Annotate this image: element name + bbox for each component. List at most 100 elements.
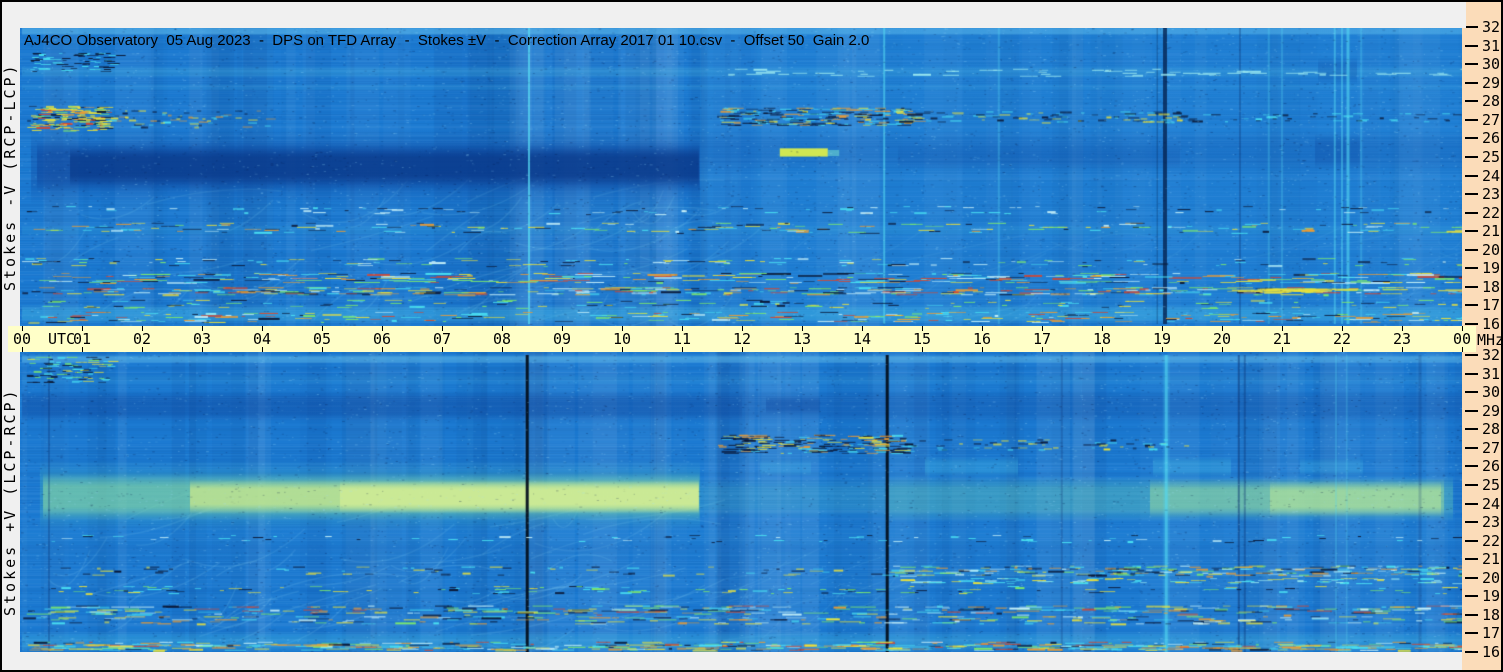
freq-tick-label-top: 22 xyxy=(1482,203,1501,222)
time-tick-label: 00 xyxy=(12,330,32,348)
freq-tick-label-bottom: 30 xyxy=(1482,383,1501,402)
time-tick-label: 10 xyxy=(612,330,632,348)
freq-tick-bottom xyxy=(1465,409,1478,412)
freq-tick-bottom xyxy=(1465,446,1478,449)
freq-tick-label-bottom: 31 xyxy=(1482,364,1501,383)
freq-tick-top xyxy=(1465,26,1478,28)
freq-tick-bottom xyxy=(1465,651,1478,653)
freq-tick-label-bottom: 18 xyxy=(1482,605,1501,624)
freq-tick-bottom xyxy=(1465,483,1478,486)
freq-tick-top xyxy=(1465,81,1478,84)
time-tick-label: 13 xyxy=(792,330,812,348)
freq-tick-label-bottom: 32 xyxy=(1482,346,1501,364)
time-tick-label: 16 xyxy=(972,330,992,348)
freq-tick-top xyxy=(1465,174,1478,177)
time-tick-label: 15 xyxy=(912,330,932,348)
freq-tick-label-bottom: 26 xyxy=(1482,457,1501,476)
freq-tick-label-bottom: 29 xyxy=(1482,401,1501,420)
time-axis: UTC 00 01 02 03 04 05 06 07 08 09 10 11 12 13 14 15 16 17… xyxy=(8,326,1476,352)
freq-tick-top xyxy=(1465,230,1478,233)
time-tick-label: 14 xyxy=(852,330,872,348)
freq-tick-label-bottom: 22 xyxy=(1482,531,1501,550)
freq-tick-label-top: 23 xyxy=(1482,185,1501,204)
bottom-panel-ylabel: Stokes +V (LCP-RCP) xyxy=(1,387,19,617)
freq-tick-bottom xyxy=(1465,539,1478,542)
freq-tick-label-top: 32 xyxy=(1482,18,1501,36)
top-panel-ylabel: Stokes -V (RCP-LCP) xyxy=(1,62,19,292)
freq-tick-label-top: 30 xyxy=(1482,55,1501,74)
freq-tick-top xyxy=(1465,267,1478,270)
freq-tick-bottom xyxy=(1465,465,1478,468)
freq-tick-label-bottom: 27 xyxy=(1482,438,1501,457)
time-tick-label: 03 xyxy=(192,330,212,348)
freq-tick-label-top: 21 xyxy=(1482,222,1501,241)
freq-tick-label-top: 20 xyxy=(1482,240,1501,259)
time-tick-label: 20 xyxy=(1212,330,1232,348)
freq-tick-label-bottom: 24 xyxy=(1482,494,1501,513)
spectrogram-stokes-plus-v xyxy=(20,352,1462,652)
spectrogram-viewer: AJ4CO Observatory 05 Aug 2023 - DPS on T… xyxy=(0,0,1503,672)
time-tick-label: 08 xyxy=(492,330,512,348)
freq-tick-bottom xyxy=(1465,613,1478,616)
freq-tick-bottom xyxy=(1465,502,1478,505)
freq-tick-top xyxy=(1465,155,1478,158)
freq-tick-label-top: 28 xyxy=(1482,92,1501,111)
freq-tick-label-top: 16 xyxy=(1482,315,1501,333)
freq-tick-top xyxy=(1465,100,1478,103)
time-tick-label: 21 xyxy=(1272,330,1292,348)
time-tick-label: 05 xyxy=(312,330,332,348)
freq-tick-label-top: 26 xyxy=(1482,129,1501,148)
freq-tick-top xyxy=(1465,211,1478,214)
time-tick-label: 11 xyxy=(672,330,692,348)
page-title: AJ4CO Observatory 05 Aug 2023 - DPS on T… xyxy=(23,32,870,49)
time-tick-label: 04 xyxy=(252,330,272,348)
freq-tick-bottom xyxy=(1465,391,1478,394)
freq-tick-bottom xyxy=(1465,576,1478,579)
time-tick-label: 19 xyxy=(1152,330,1172,348)
freq-tick-label-top: 27 xyxy=(1482,110,1501,129)
freq-tick-bottom xyxy=(1465,372,1478,375)
utc-label: UTC xyxy=(48,330,76,348)
freq-tick-bottom xyxy=(1465,354,1478,356)
time-tick-label: 00 xyxy=(1452,330,1472,348)
time-tick-label: 12 xyxy=(732,330,752,348)
freq-tick-bottom xyxy=(1465,521,1478,524)
freq-tick-label-top: 18 xyxy=(1482,277,1501,296)
freq-tick-bottom xyxy=(1465,595,1478,598)
freq-tick-label-bottom: 19 xyxy=(1482,587,1501,606)
freq-tick-bottom xyxy=(1465,558,1478,561)
freq-tick-top xyxy=(1465,323,1478,325)
time-tick-label: 07 xyxy=(432,330,452,348)
freq-tick-label-top: 25 xyxy=(1482,147,1501,166)
title-bar: AJ4CO Observatory 05 Aug 2023 - DPS on T… xyxy=(2,2,1466,49)
freq-tick-label-bottom: 21 xyxy=(1482,550,1501,569)
time-tick-label: 01 xyxy=(72,330,92,348)
freq-tick-top xyxy=(1465,285,1478,288)
freq-tick-label-bottom: 23 xyxy=(1482,513,1501,532)
freq-tick-label-bottom: 25 xyxy=(1482,475,1501,494)
freq-tick-top xyxy=(1465,304,1478,307)
freq-tick-label-bottom: 16 xyxy=(1482,643,1501,661)
time-tick-label: 18 xyxy=(1092,330,1112,348)
freq-tick-label-top: 17 xyxy=(1482,296,1501,315)
freq-tick-top xyxy=(1465,193,1478,196)
time-tick-label: 17 xyxy=(1032,330,1052,348)
freq-tick-label-bottom: 17 xyxy=(1482,624,1501,643)
time-tick-label: 09 xyxy=(552,330,572,348)
time-tick-label: 22 xyxy=(1332,330,1352,348)
freq-tick-bottom xyxy=(1465,632,1478,635)
freq-tick-top xyxy=(1465,63,1478,66)
freq-tick-label-bottom: 20 xyxy=(1482,568,1501,587)
freq-tick-label-top: 24 xyxy=(1482,166,1501,185)
freq-tick-label-bottom: 28 xyxy=(1482,420,1501,439)
freq-tick-label-top: 29 xyxy=(1482,73,1501,92)
freq-tick-label-top: 31 xyxy=(1482,36,1501,55)
spectrogram-stokes-minus-v xyxy=(20,28,1462,326)
freq-tick-top xyxy=(1465,44,1478,47)
freq-tick-top xyxy=(1465,137,1478,140)
freq-tick-top xyxy=(1465,118,1478,121)
time-tick-label: 23 xyxy=(1392,330,1412,348)
freq-tick-label-top: 19 xyxy=(1482,259,1501,278)
freq-tick-top xyxy=(1465,248,1478,251)
time-tick-label: 06 xyxy=(372,330,392,348)
